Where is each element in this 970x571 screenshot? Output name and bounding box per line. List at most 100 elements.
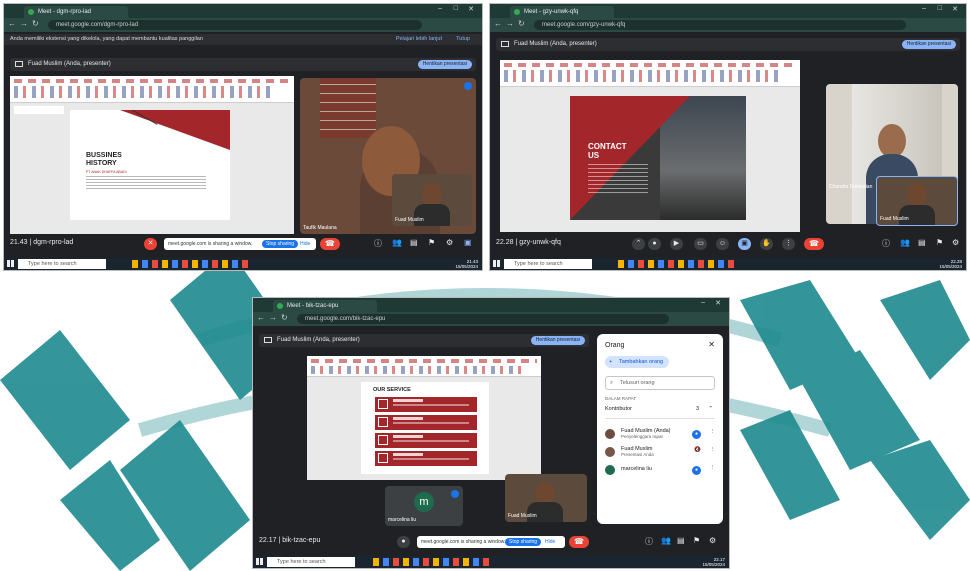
participant-name-label: Chandra Dumpaian	[829, 184, 873, 190]
close-panel-icon[interactable]: ✕	[708, 340, 715, 349]
participant-tile-1[interactable]: Fuad Muslim Taufik Maulana	[300, 78, 476, 234]
more-options-icon[interactable]	[464, 82, 472, 90]
people-icon[interactable]: 👥	[392, 238, 402, 247]
list-item[interactable]: marcelina liu ● ⋮	[605, 464, 715, 478]
meeting-time-code: 21.43 | dgm-rpro-lad	[10, 239, 74, 246]
close-icon[interactable]: ✕	[952, 5, 958, 13]
mic-icon[interactable]: ●	[648, 238, 661, 250]
taskbar-search[interactable]: Type here to search	[18, 259, 106, 269]
camera-icon[interactable]: ▶	[670, 238, 683, 250]
maximize-icon[interactable]: □	[454, 5, 458, 12]
info-icon[interactable]: ⓘ	[882, 238, 890, 249]
activities-icon[interactable]: ⚑	[428, 238, 435, 247]
taskbar-search[interactable]: Type here to search	[504, 259, 592, 269]
stop-presenting-button[interactable]: Hentikan presentasi	[901, 40, 956, 49]
browser-tab[interactable]: Meet - gzy-unwk-qfq	[510, 6, 614, 18]
people-search-input[interactable]: ⌕ Telusuri orang	[605, 376, 715, 390]
stop-sharing-button[interactable]: Stop sharing	[262, 240, 299, 248]
windows-start-icon[interactable]	[7, 260, 14, 267]
host-controls-icon[interactable]: ⚙	[446, 238, 453, 247]
close-icon[interactable]: ✕	[468, 5, 474, 13]
chat-icon[interactable]: ▤	[677, 536, 685, 545]
people-icon[interactable]: 👥	[661, 536, 671, 545]
reload-icon[interactable]: ↻	[281, 313, 288, 322]
presenter-label: Fuad Muslim (Anda, presenter)	[514, 41, 597, 47]
reload-icon[interactable]: ↻	[518, 19, 525, 28]
dismiss-link[interactable]: Tutup	[456, 34, 470, 45]
raise-hand-icon[interactable]: ✋	[760, 238, 773, 250]
url-field[interactable]: meet.google.com/dgm-rpro-lad	[48, 20, 422, 30]
forward-icon[interactable]: →	[269, 313, 277, 322]
close-icon[interactable]: ✕	[715, 299, 721, 307]
taskbar-app-icons[interactable]	[132, 260, 252, 268]
self-view-tile[interactable]: Fuad Muslim	[505, 474, 587, 522]
stop-presenting-button[interactable]: Hentikan presentasi	[417, 60, 472, 69]
reload-icon[interactable]: ↻	[32, 19, 39, 28]
stop-presenting-button[interactable]: Hentikan presentasi	[530, 336, 585, 345]
address-bar: ← → ↻ meet.google.com/dgm-rpro-lad	[4, 18, 482, 32]
url-field[interactable]: meet.google.com/bik-tzac-epu	[297, 314, 669, 324]
more-options-icon[interactable]: ⋮	[710, 447, 716, 453]
stop-sharing-button[interactable]: Stop sharing	[505, 538, 542, 546]
back-icon[interactable]: ←	[8, 19, 16, 28]
back-icon[interactable]: ←	[494, 19, 502, 28]
apps-icon[interactable]: ▣	[464, 238, 472, 247]
chevron-up-icon[interactable]: ⌃	[632, 238, 645, 250]
minimize-icon[interactable]: –	[701, 299, 705, 306]
add-people-button[interactable]: + Tambahkan orang	[605, 356, 670, 368]
info-icon[interactable]: ⓘ	[645, 536, 653, 547]
more-options-icon[interactable]: ⋮	[782, 238, 795, 250]
mic-icon[interactable]: ●	[397, 536, 410, 548]
captions-icon[interactable]: ▭	[694, 238, 707, 250]
forward-icon[interactable]: →	[20, 19, 28, 28]
browser-tabbar: Meet - gzy-unwk-qfq – □ ✕	[490, 4, 966, 18]
speaking-icon: ●	[692, 430, 701, 439]
minimize-icon[interactable]: –	[438, 5, 442, 12]
slide-contact-details	[588, 164, 648, 194]
forward-icon[interactable]: →	[506, 19, 514, 28]
windows-start-icon[interactable]	[493, 260, 500, 267]
more-options-icon[interactable]: ⋮	[710, 465, 716, 471]
chat-icon[interactable]: ▤	[918, 238, 926, 247]
taskbar-app-icons[interactable]	[618, 260, 738, 268]
end-call-icon[interactable]: ☎	[804, 238, 824, 250]
self-view-tile[interactable]: Fuad Muslim	[392, 174, 472, 226]
hide-banner-link[interactable]: Hide	[300, 238, 310, 250]
sharing-banner: meet.google.com is sharing a window. Sto…	[164, 238, 316, 250]
people-icon[interactable]: 👥	[900, 238, 910, 247]
chat-icon[interactable]: ▤	[410, 238, 418, 247]
more-options-icon[interactable]: ⋮	[710, 429, 716, 435]
minimize-icon[interactable]: –	[922, 5, 926, 12]
emoji-icon[interactable]: ☺	[716, 238, 729, 250]
audio-level-icon	[451, 490, 459, 498]
list-item[interactable]: Fuad Muslim Presentasi Anda 🔇 ⋮	[605, 446, 715, 460]
maximize-icon[interactable]: □	[938, 5, 942, 12]
browser-tab[interactable]: Meet - bik-tzac-epu	[273, 300, 377, 312]
present-icon[interactable]: ▣	[738, 238, 751, 250]
info-icon[interactable]: ⓘ	[374, 238, 382, 249]
activities-icon[interactable]: ⚑	[936, 238, 943, 247]
contributors-group[interactable]: Kontributor 3 ⌃	[605, 406, 715, 419]
tab-title: Meet - gzy-unwk-qfq	[524, 9, 579, 15]
tab-title: Meet - dgm-rpro-lad	[38, 9, 92, 15]
back-icon[interactable]: ←	[257, 313, 265, 322]
activities-icon[interactable]: ⚑	[693, 536, 700, 545]
browser-tab[interactable]: Meet - dgm-rpro-lad	[24, 6, 128, 18]
list-item[interactable]: Fuad Muslim (Anda) Penyelenggara rapat ●…	[605, 428, 715, 442]
learn-more-link[interactable]: Pelajari lebih lanjut	[396, 34, 442, 45]
windows-start-icon[interactable]	[256, 558, 263, 565]
hide-banner-link[interactable]: Hide	[545, 536, 555, 548]
host-controls-icon[interactable]: ⚙	[952, 238, 959, 247]
taskbar-search[interactable]: Type here to search	[267, 557, 355, 567]
slide-thumbnail[interactable]	[14, 106, 64, 114]
host-controls-icon[interactable]: ⚙	[709, 536, 716, 545]
windows-taskbar: Type here to search 22.28 15/05/2024	[490, 258, 966, 270]
url-field[interactable]: meet.google.com/gzy-unwk-qfq	[534, 20, 906, 30]
end-call-icon[interactable]: ☎	[569, 536, 589, 548]
participant-tile-1[interactable]: m marcelina liu	[385, 486, 463, 526]
self-view-tile[interactable]: Fuad Muslim	[876, 176, 958, 226]
taskbar-app-icons[interactable]	[373, 558, 493, 566]
mic-off-icon[interactable]: ✕	[144, 238, 157, 250]
present-screen-icon	[264, 337, 272, 343]
end-call-icon[interactable]: ☎	[320, 238, 340, 250]
